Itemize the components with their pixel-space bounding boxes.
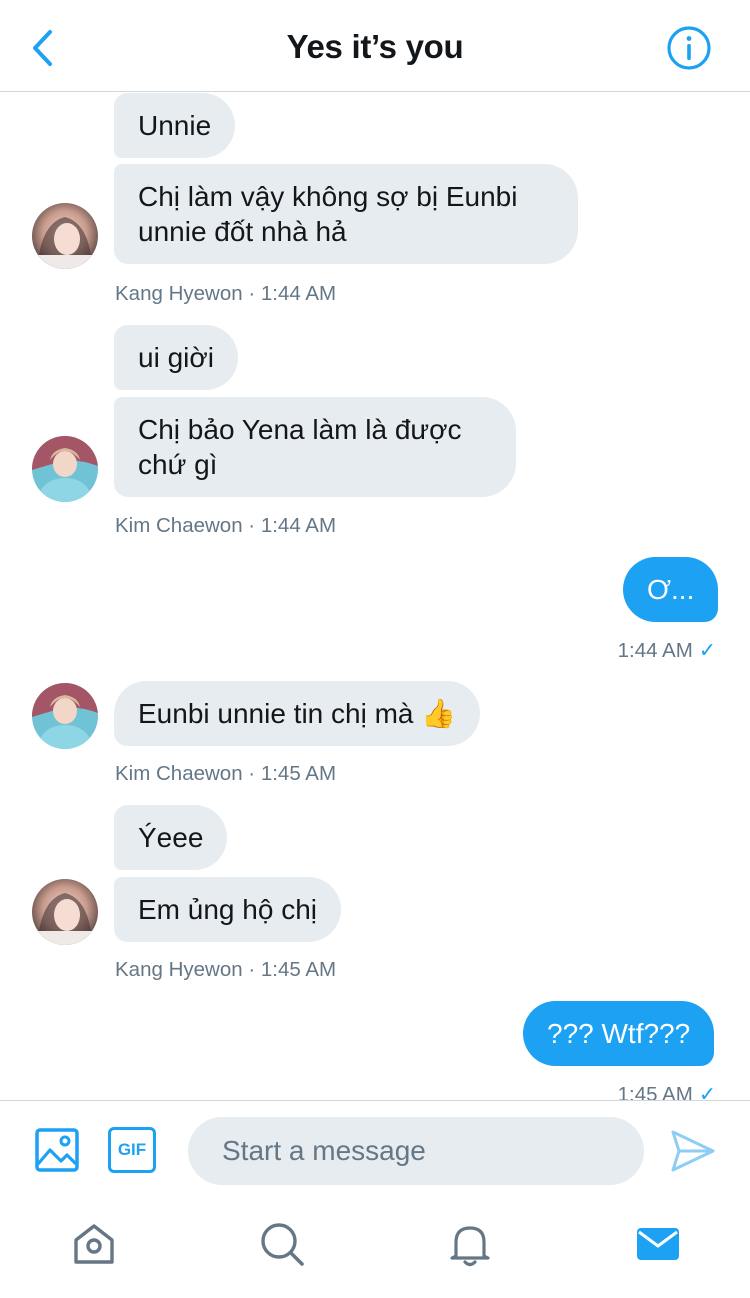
message-meta-sent: 1:44 AM ✓ xyxy=(618,638,716,663)
tab-notifications[interactable] xyxy=(446,1220,494,1268)
send-button[interactable] xyxy=(668,1127,716,1175)
message-bubble[interactable]: Em ủng hộ chị xyxy=(114,877,341,942)
message-bubble[interactable]: Eunbi unnie tin chị mà 👍 xyxy=(114,681,481,746)
message-bubble-sent[interactable]: Ơ... xyxy=(623,557,719,622)
tab-home[interactable] xyxy=(70,1220,118,1268)
bell-icon xyxy=(450,1226,490,1267)
message-bubble[interactable]: Unnie xyxy=(114,93,236,158)
avatar-kim-chaewon[interactable] xyxy=(32,436,98,502)
read-check-icon: ✓ xyxy=(698,1083,716,1100)
message-input[interactable] xyxy=(188,1117,644,1185)
avatar-kim-chaewon[interactable] xyxy=(32,683,98,749)
message-bubble[interactable]: Chị bảo Yena làm là được chứ gì xyxy=(114,397,516,497)
add-gif-button[interactable]: GIF xyxy=(108,1127,156,1173)
message-time: 1:45 AM xyxy=(617,1083,693,1100)
read-check-icon: ✓ xyxy=(698,639,716,662)
conversation-header: Yes it’s you xyxy=(0,0,750,92)
avatar-kang-hyewon[interactable] xyxy=(32,203,98,269)
dm-conversation-screen: Yes it’s you Unnie Chị làm vậy không sợ … xyxy=(0,0,750,1298)
message-bubble[interactable]: Ýeee xyxy=(114,805,228,870)
message-composer: GIF xyxy=(0,1100,750,1200)
add-image-button[interactable] xyxy=(34,1127,80,1173)
image-icon xyxy=(35,1128,79,1172)
message-meta: Kang Hyewon · 1:45 AM xyxy=(115,958,337,981)
conversation-title: Yes it’s you xyxy=(286,28,464,65)
mail-icon xyxy=(637,1228,679,1260)
message-bubble[interactable]: ui giời xyxy=(114,325,238,390)
home-icon xyxy=(74,1224,114,1264)
message-time: 1:44 AM xyxy=(617,639,693,662)
message-bubble[interactable]: Chị làm vậy không sợ bị Eunbi unnie đốt … xyxy=(114,164,578,264)
info-button[interactable] xyxy=(666,25,712,71)
tab-search[interactable] xyxy=(258,1220,306,1268)
info-icon xyxy=(667,26,711,70)
message-meta: Kang Hyewon · 1:44 AM xyxy=(115,282,337,305)
avatar-kang-hyewon[interactable] xyxy=(32,879,98,945)
message-list[interactable]: Unnie Chị làm vậy không sợ bị Eunbi unni… xyxy=(0,93,750,1100)
message-meta-sent: 1:45 AM ✓ xyxy=(618,1082,716,1100)
tab-messages[interactable] xyxy=(634,1220,682,1268)
message-meta: Kim Chaewon · 1:45 AM xyxy=(115,762,337,785)
bottom-tab-bar xyxy=(0,1200,750,1298)
message-meta: Kim Chaewon · 1:44 AM xyxy=(115,514,337,537)
search-icon xyxy=(261,1223,304,1266)
send-icon xyxy=(671,1130,715,1172)
message-bubble-sent[interactable]: ??? Wtf??? xyxy=(523,1001,715,1066)
